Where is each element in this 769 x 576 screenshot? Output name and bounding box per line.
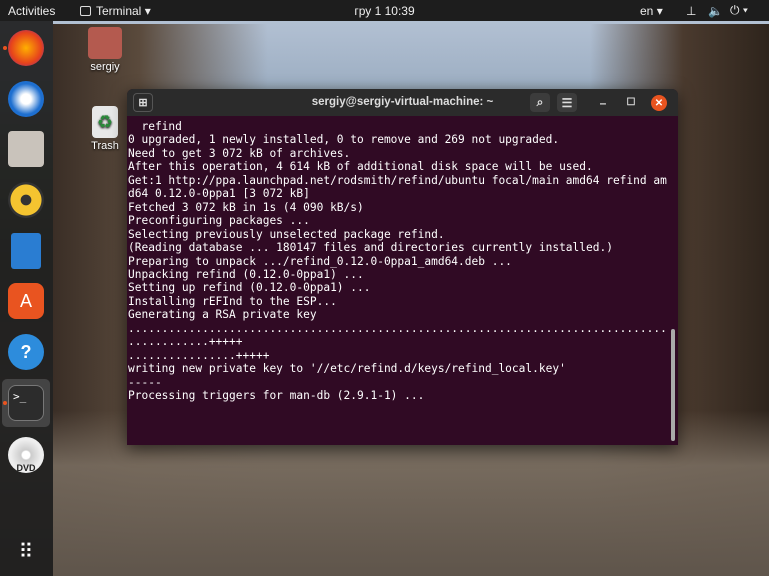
terminal-line: 0 upgraded, 1 newly installed, 0 to remo… bbox=[128, 133, 560, 147]
rhythmbox-icon[interactable] bbox=[8, 182, 44, 218]
home-folder[interactable]: sergiy bbox=[80, 27, 130, 73]
language-label: en bbox=[640, 3, 654, 18]
terminal-icon[interactable]: >_ bbox=[8, 385, 44, 421]
terminal-line: writing new private key to '//etc/refind… bbox=[128, 362, 566, 376]
dock: A ? >_ DVD ⠿ bbox=[0, 21, 53, 576]
files-icon[interactable] bbox=[8, 131, 44, 167]
terminal-line: ----- bbox=[128, 375, 162, 389]
terminal-line: refind bbox=[128, 120, 182, 133]
trash-label: Trash bbox=[91, 140, 119, 152]
running-indicator bbox=[3, 401, 7, 405]
show-apps-icon[interactable]: ⠿ bbox=[8, 533, 44, 569]
software-center-icon[interactable]: A bbox=[8, 283, 44, 319]
language-indicator[interactable]: en ▾ bbox=[640, 4, 663, 18]
terminal-line: Fetched 3 072 kB in 1s (4 090 kB/s) bbox=[128, 200, 364, 214]
libreoffice-writer-icon[interactable] bbox=[11, 233, 41, 269]
terminal-line: ............+++++ bbox=[128, 335, 243, 349]
terminal-line: Selecting previously unselected package … bbox=[128, 227, 445, 241]
thunderbird-icon[interactable] bbox=[8, 81, 44, 117]
minimize-icon[interactable]: – bbox=[593, 93, 613, 112]
help-icon[interactable]: ? bbox=[8, 334, 44, 370]
terminal-line: Unpacking refind (0.12.0-0ppa1) ... bbox=[128, 267, 364, 281]
terminal-line: ................+++++ bbox=[128, 348, 270, 362]
home-folder-label: sergiy bbox=[90, 61, 120, 73]
search-icon[interactable]: ⌕ bbox=[530, 93, 550, 112]
terminal-window: ⊞ sergiy@sergiy-virtual-machine: ~ ⌕ ☰ –… bbox=[127, 89, 678, 445]
firefox-icon[interactable] bbox=[8, 30, 44, 66]
power-icon[interactable]: ⏻ ▾ bbox=[730, 3, 748, 18]
maximize-icon[interactable]: ☐ bbox=[621, 93, 641, 112]
terminal-line: Setting up refind (0.12.0-0ppa1) ... bbox=[128, 281, 371, 295]
terminal-line: ........................................… bbox=[128, 321, 667, 335]
close-icon[interactable]: ✕ bbox=[651, 95, 667, 111]
terminal-line: (Reading database ... 180147 files and d… bbox=[128, 241, 613, 255]
terminal-line: Installing rEFInd to the ESP... bbox=[128, 294, 337, 308]
trash-icon: ♻ bbox=[92, 106, 118, 138]
trash[interactable]: ♻ Trash bbox=[80, 106, 130, 152]
dvd-icon[interactable]: DVD bbox=[8, 437, 44, 473]
terminal-output[interactable]: refind 0 upgraded, 1 newly installed, 0 t… bbox=[128, 120, 667, 403]
network-icon[interactable]: ⊥ bbox=[686, 4, 696, 18]
terminal-line: Generating a RSA private key bbox=[128, 308, 317, 322]
terminal-line: Need to get 3 072 kB of archives. bbox=[128, 146, 351, 160]
running-indicator bbox=[3, 46, 7, 50]
terminal-line: After this operation, 4 614 kB of additi… bbox=[128, 160, 593, 174]
top-bar: Activities Terminal ▾ гру 1 10:39 en ▾ ⊥… bbox=[0, 0, 769, 21]
terminal-line: Preparing to unpack .../refind_0.12.0-0p… bbox=[128, 254, 512, 268]
terminal-line: Processing triggers for man-db (2.9.1-1)… bbox=[128, 389, 425, 403]
title-bar[interactable]: ⊞ sergiy@sergiy-virtual-machine: ~ ⌕ ☰ –… bbox=[127, 89, 678, 116]
terminal-line: Preconfiguring packages ... bbox=[128, 214, 310, 228]
menu-icon[interactable]: ☰ bbox=[557, 93, 577, 112]
volume-icon[interactable]: 🔈 bbox=[708, 4, 723, 18]
terminal-line: Get:1 http://ppa.launchpad.net/rodsmith/… bbox=[128, 173, 667, 187]
terminal-line: d64 0.12.0-0ppa1 [3 072 kB] bbox=[128, 187, 310, 201]
folder-icon bbox=[88, 27, 122, 59]
scrollbar[interactable] bbox=[671, 329, 675, 441]
